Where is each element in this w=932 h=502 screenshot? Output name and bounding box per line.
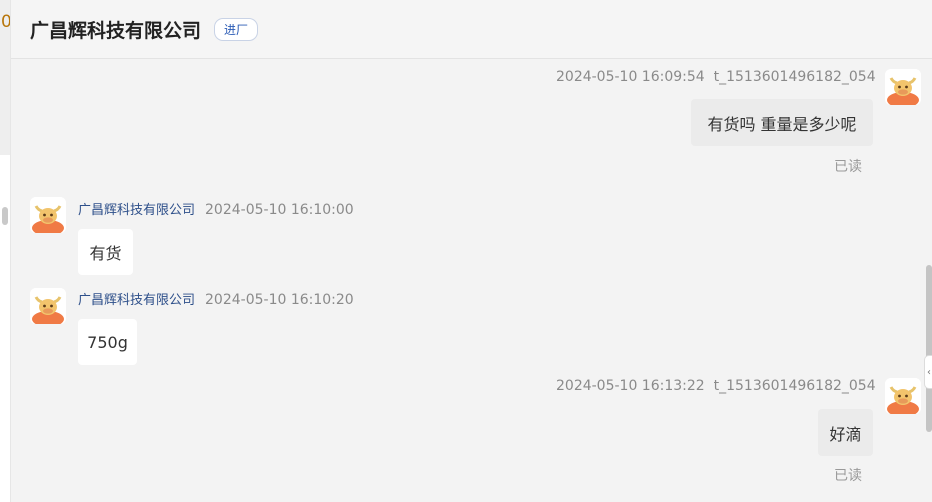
chat-title: 广昌辉科技有限公司 [30, 19, 202, 42]
message-bubble[interactable]: 有货 [78, 229, 133, 275]
message-meta: 广昌辉科技有限公司 2024-05-10 16:10:00 [78, 199, 354, 218]
message-meta: 广昌辉科技有限公司 2024-05-10 16:10:20 [78, 289, 354, 308]
read-status: 已读 [834, 159, 862, 175]
bull-avatar-icon [885, 378, 921, 414]
chevron-left-icon: ‹ [927, 366, 931, 378]
collapse-panel-button[interactable]: ‹ [924, 355, 932, 389]
left-scrollbar-thumb[interactable] [2, 207, 8, 225]
message-bubble[interactable]: 有货吗 重量是多少呢 [691, 99, 873, 146]
message-meta: 2024-05-10 16:09:54 t_1513601496182_054 [556, 69, 876, 85]
avatar[interactable] [885, 69, 921, 105]
message-bubble[interactable]: 750g [78, 319, 137, 365]
sender-name[interactable]: 广昌辉科技有限公司 [78, 203, 195, 218]
bull-avatar-icon [885, 69, 921, 105]
avatar[interactable] [885, 378, 921, 414]
sender-name[interactable]: 广昌辉科技有限公司 [78, 293, 195, 308]
avatar[interactable] [30, 288, 66, 324]
bull-avatar-icon [30, 288, 66, 324]
message-time: 2024-05-10 16:09:54 [556, 69, 705, 85]
message-user: t_1513601496182_054 [713, 69, 876, 85]
chat-scrollbar-thumb[interactable] [926, 265, 932, 432]
read-status: 已读 [834, 468, 862, 484]
avatar[interactable] [30, 197, 66, 233]
message-time: 2024-05-10 16:10:20 [205, 292, 354, 308]
message-time: 2024-05-10 16:10:00 [205, 202, 354, 218]
left-panel-edge: 0 [0, 0, 11, 502]
message-user: t_1513601496182_054 [713, 378, 876, 394]
bull-avatar-icon [30, 197, 66, 233]
chat-header: 广昌辉科技有限公司 进厂 [11, 0, 932, 59]
left-panel-peek-text: 0 [1, 12, 11, 32]
message-meta: 2024-05-10 16:13:22 t_1513601496182_054 [556, 378, 876, 394]
message-bubble[interactable]: 好滴 [818, 409, 873, 456]
message-time: 2024-05-10 16:13:22 [556, 378, 705, 394]
status-tag: 进厂 [214, 17, 259, 41]
